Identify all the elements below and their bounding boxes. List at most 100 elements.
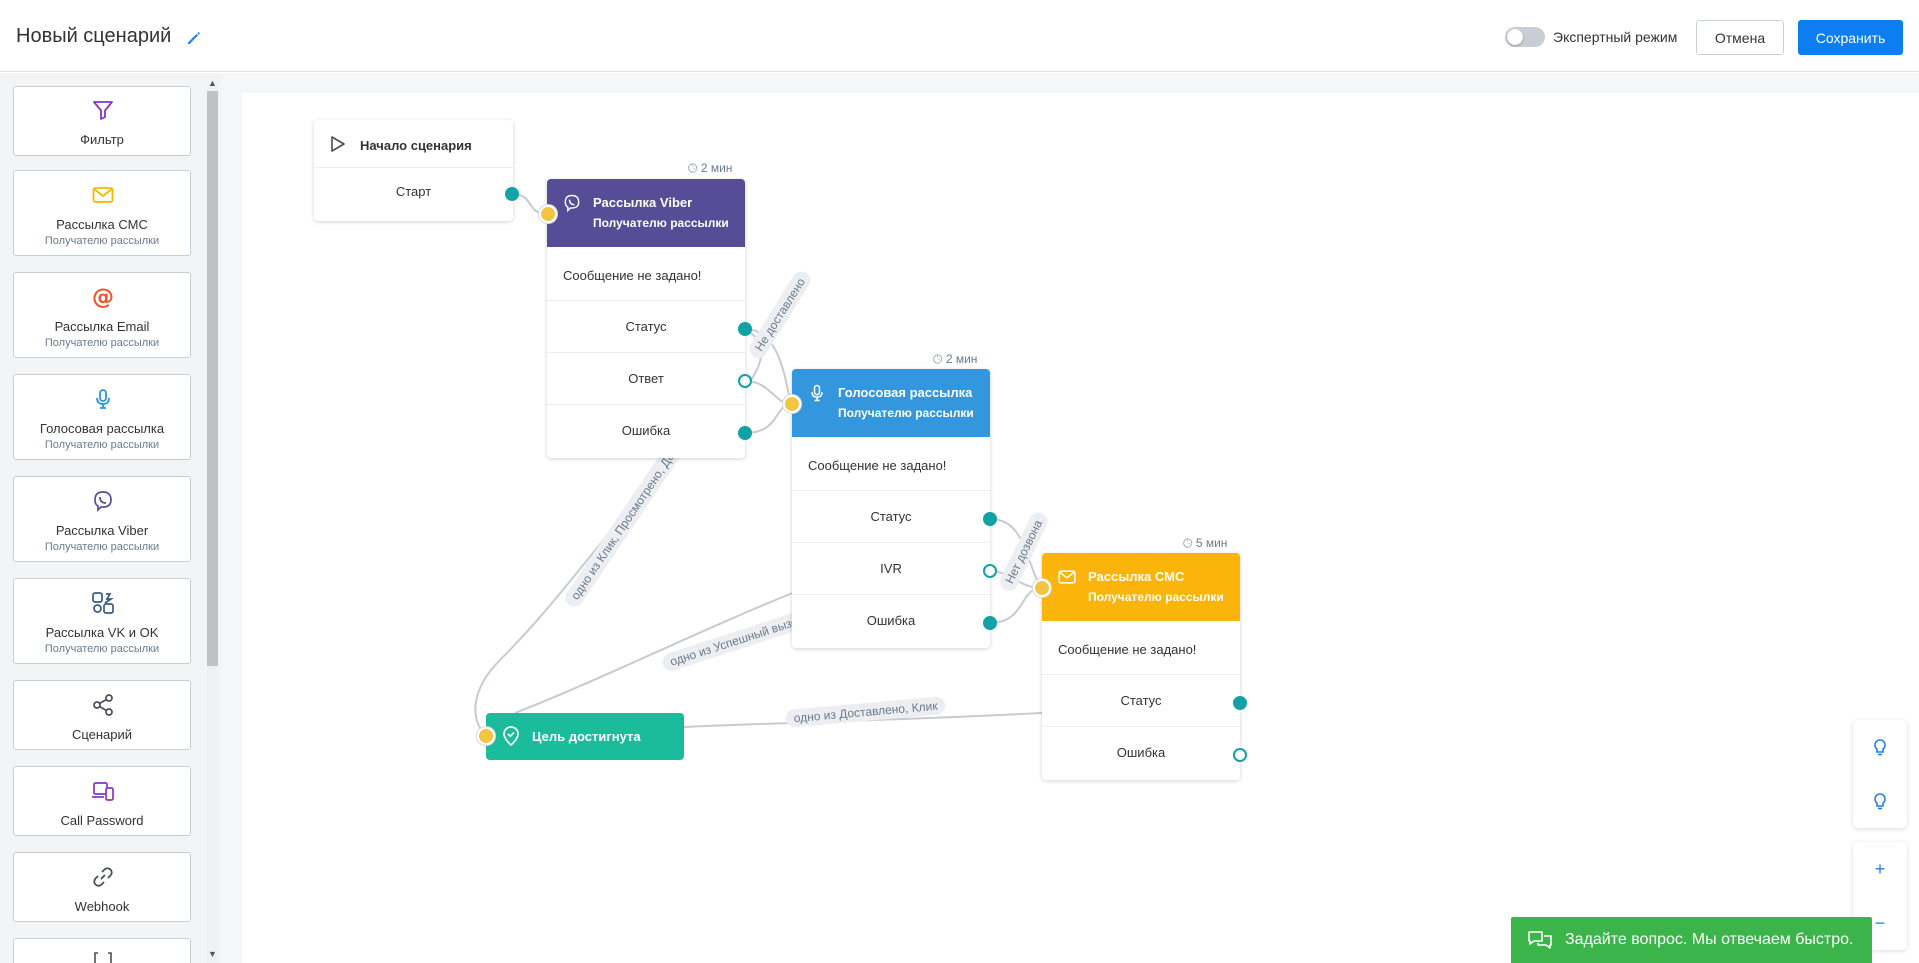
voice-node-message[interactable]: Сообщение не задано! xyxy=(792,437,990,491)
palette-item-scenario[interactable]: Сценарий xyxy=(13,680,191,750)
sms-node-subtitle: Получателю рассылки xyxy=(1088,590,1224,604)
clock-icon: 🕓︎ xyxy=(1183,536,1193,550)
sms-node-message[interactable]: Сообщение не задано! xyxy=(1042,621,1240,675)
palette-sublabel: Получателю рассылки xyxy=(44,439,160,451)
lightbulb-icon xyxy=(1874,793,1886,810)
palette-label: Рассылка СМС xyxy=(56,217,148,232)
voice-row-ivr: IVR xyxy=(792,543,990,595)
expert-mode[interactable]: Экспертный режим xyxy=(1505,27,1677,47)
at-sign-icon: @ xyxy=(92,285,114,309)
goal-node[interactable]: Цель достигнута xyxy=(486,713,684,760)
voice-row-error: Ошибка xyxy=(866,613,916,628)
plus-icon: + xyxy=(1874,858,1886,879)
viber-status-port[interactable] xyxy=(738,322,752,336)
voice-ivr-port[interactable] xyxy=(983,564,997,578)
palette-label: Голосовая рассылка xyxy=(39,421,165,436)
palette-item-more[interactable] xyxy=(13,938,191,963)
canvas-area[interactable] xyxy=(242,93,1919,963)
location-check-icon xyxy=(503,726,519,746)
chat-widget[interactable]: Задайте вопрос. Мы отвечаем быстро. xyxy=(1511,917,1872,963)
viber-input-port[interactable] xyxy=(539,205,557,223)
chat-bubbles-icon xyxy=(1528,931,1552,949)
palette-item-email[interactable]: @ Рассылка Email Получателю рассылки xyxy=(13,272,191,358)
header: Новый сценарий Экспертный режим Отмена С… xyxy=(0,0,1919,72)
viber-delay: 🕓︎ 2 мин xyxy=(688,161,732,176)
palette-item-viber[interactable]: Рассылка Viber Получателю рассылки xyxy=(13,476,191,562)
sms-error-port[interactable] xyxy=(1233,748,1247,762)
filter-icon xyxy=(93,101,113,120)
voice-node-title: Голосовая рассылка xyxy=(838,385,973,400)
start-node-title: Начало сценария xyxy=(360,138,472,153)
sms-node-header[interactable]: Рассылка СМС Получателю рассылки xyxy=(1042,553,1240,621)
start-node-divider xyxy=(314,167,513,168)
palette-item-vk-ok[interactable]: Рассылка VK и OK Получателю рассылки xyxy=(13,578,191,664)
viber-node-message[interactable]: Сообщение не задано! xyxy=(547,247,745,301)
palette-label: Call Password xyxy=(60,813,144,828)
voice-delay-value: 2 мин xyxy=(945,352,978,366)
vk-ok-icon xyxy=(92,592,114,614)
scroll-up-arrow-icon[interactable]: ▲ xyxy=(208,78,217,88)
tips-button[interactable] xyxy=(1853,774,1907,828)
palette-item-filter[interactable]: Фильтр xyxy=(13,86,191,156)
sms-row-status: Статус xyxy=(1042,675,1240,727)
palette-item-call-password[interactable]: Call Password xyxy=(13,766,191,836)
cancel-button[interactable]: Отмена xyxy=(1696,20,1784,55)
voice-status-port[interactable] xyxy=(983,512,997,526)
zoom-in-button[interactable]: + xyxy=(1853,842,1907,896)
viber-node[interactable]: Рассылка Viber Получателю рассылки Сообщ… xyxy=(547,179,745,458)
start-node[interactable]: Начало сценария Старт xyxy=(314,120,513,221)
scroll-down-arrow-icon[interactable]: ▼ xyxy=(208,949,217,959)
link-icon xyxy=(93,867,113,887)
viber-node-title: Рассылка Viber xyxy=(593,195,693,210)
viber-row-status: Статус xyxy=(547,301,745,353)
palette-label: Рассылка VK и OK xyxy=(45,625,159,640)
sms-delay-value: 5 мин xyxy=(1195,536,1228,550)
sms-delay: 🕓︎ 5 мин xyxy=(1183,536,1227,551)
palette-label: Фильтр xyxy=(80,132,124,147)
sms-input-port[interactable] xyxy=(1033,579,1051,597)
viber-row-error: Ошибка xyxy=(621,423,671,438)
save-button[interactable]: Сохранить xyxy=(1798,20,1903,55)
viber-node-subtitle: Получателю рассылки xyxy=(593,216,729,230)
help-button[interactable] xyxy=(1853,720,1907,774)
brackets-icon xyxy=(94,952,112,963)
sms-node[interactable]: Рассылка СМС Получателю рассылки Сообщен… xyxy=(1042,553,1240,780)
voice-row-status: Статус xyxy=(792,491,990,543)
viber-error-port[interactable] xyxy=(738,426,752,440)
palette-item-voice[interactable]: Голосовая рассылка Получателю рассылки xyxy=(13,374,191,460)
play-icon xyxy=(331,136,345,152)
help-tools xyxy=(1853,720,1907,828)
viber-row-answer: Ответ xyxy=(547,353,745,405)
palette-label: Рассылка Viber xyxy=(55,523,149,538)
page-title: Новый сценарий xyxy=(16,25,172,47)
voice-node[interactable]: Голосовая рассылка Получателю рассылки С… xyxy=(792,369,990,648)
palette-item-webhook[interactable]: Webhook xyxy=(13,852,191,922)
chat-widget-text: Задайте вопрос. Мы отвечаем быстро. xyxy=(1565,931,1854,948)
start-output-port[interactable] xyxy=(505,187,519,201)
envelope-icon xyxy=(1058,570,1076,584)
viber-node-header[interactable]: Рассылка Viber Получателю рассылки xyxy=(547,179,745,247)
voice-input-port[interactable] xyxy=(783,395,801,413)
palette-sublabel: Получателю рассылки xyxy=(44,643,160,655)
devices-icon xyxy=(92,782,114,801)
goal-node-title: Цель достигнута xyxy=(532,729,641,744)
goal-input-port[interactable] xyxy=(477,727,495,745)
viber-icon xyxy=(94,491,112,513)
pencil-icon[interactable] xyxy=(186,30,202,46)
microphone-icon xyxy=(96,389,110,409)
share-icon xyxy=(93,694,113,716)
palette-label: Сценарий xyxy=(71,727,133,742)
clock-icon: 🕓︎ xyxy=(688,161,698,175)
expert-mode-toggle[interactable] xyxy=(1505,27,1545,47)
sidebar-scrollbar-thumb[interactable] xyxy=(207,91,218,666)
viber-delay-value: 2 мин xyxy=(700,161,733,175)
start-node-output-label: Старт xyxy=(395,184,432,199)
svg-text:@: @ xyxy=(92,285,114,309)
voice-node-header[interactable]: Голосовая рассылка Получателю рассылки xyxy=(792,369,990,437)
voice-error-port[interactable] xyxy=(983,616,997,630)
viber-answer-port[interactable] xyxy=(738,374,752,388)
clock-icon: 🕓︎ xyxy=(933,352,943,366)
sms-status-port[interactable] xyxy=(1233,696,1247,710)
palette-item-sms[interactable]: Рассылка СМС Получателю рассылки xyxy=(13,170,191,256)
voice-delay: 🕓︎ 2 мин xyxy=(933,352,977,367)
